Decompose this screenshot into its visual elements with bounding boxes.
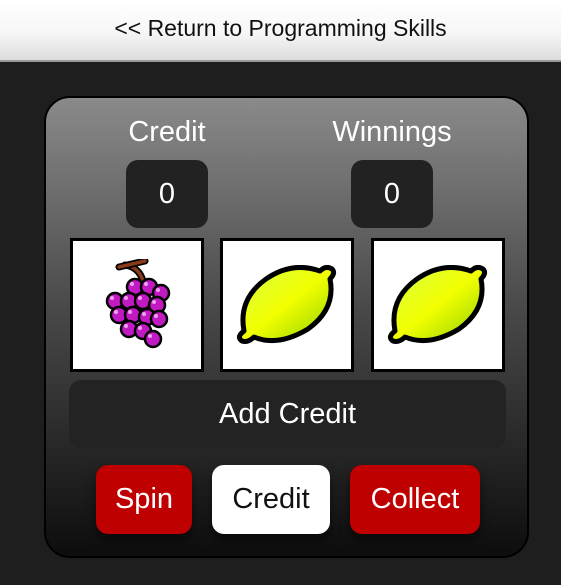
spin-button[interactable]: Spin xyxy=(96,465,192,534)
credit-label: Credit xyxy=(128,116,206,148)
reel-3 xyxy=(371,238,505,372)
lemon-icon xyxy=(387,265,488,344)
add-credit-button[interactable]: Add Credit xyxy=(69,380,506,448)
reel-2 xyxy=(220,238,354,372)
return-link[interactable]: << Return to Programming Skills xyxy=(114,15,446,42)
collect-button[interactable]: Collect xyxy=(350,465,480,534)
credit-display: 0 xyxy=(126,160,208,228)
winnings-display: 0 xyxy=(351,160,433,228)
top-nav-bar: << Return to Programming Skills xyxy=(0,0,561,62)
reel-1 xyxy=(70,238,204,372)
winnings-label: Winnings xyxy=(332,116,452,148)
lemon-icon xyxy=(236,265,337,344)
grapes-icon xyxy=(105,259,171,349)
slot-machine: Credit Winnings 0 0 Add Credit Spin Cred… xyxy=(44,96,529,558)
credit-button[interactable]: Credit xyxy=(212,465,330,534)
